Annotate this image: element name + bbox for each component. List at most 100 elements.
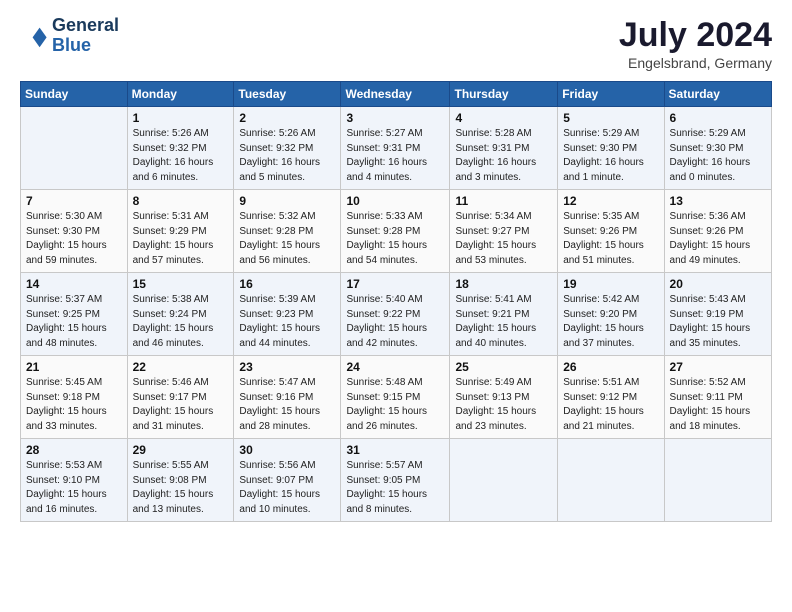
calendar-cell: 26 Sunrise: 5:51 AMSunset: 9:12 PMDayligh… [558, 356, 664, 439]
day-number: 11 [455, 194, 552, 208]
day-number: 4 [455, 111, 552, 125]
day-info: Sunrise: 5:38 AMSunset: 9:24 PMDaylight:… [133, 293, 229, 351]
day-info: Sunrise: 5:37 AMSunset: 9:25 PMDaylight:… [26, 293, 122, 351]
day-header-monday: Monday [127, 82, 234, 107]
logo-icon [20, 22, 48, 50]
day-info: Sunrise: 5:49 AMSunset: 9:13 PMDaylight:… [455, 376, 552, 434]
day-info: Sunrise: 5:51 AMSunset: 9:12 PMDaylight:… [563, 376, 658, 434]
calendar-cell: 9Sunrise: 5:32 AMSunset: 9:28 PMDaylight… [234, 190, 341, 273]
day-header-tuesday: Tuesday [234, 82, 341, 107]
day-number: 25 [455, 360, 552, 374]
calendar-cell: 21Sunrise: 5:45 AMSunset: 9:18 PMDayligh… [21, 356, 128, 439]
calendar-week-row: 14 Sunrise: 5:37 AMSunset: 9:25 PMDayligh… [21, 273, 772, 356]
calendar-cell: 11Sunrise: 5:34 AMSunset: 9:27 PMDayligh… [450, 190, 558, 273]
day-number: 28 [26, 443, 122, 457]
calendar-cell: 30 Sunrise: 5:56 AMSunset: 9:07 PMDayligh… [234, 439, 341, 522]
calendar-cell [664, 439, 771, 522]
day-info: Sunrise: 5:42 AMSunset: 9:20 PMDaylight:… [563, 293, 658, 351]
day-number: 8 [133, 194, 229, 208]
day-info: Sunrise: 5:26 AMSunset: 9:32 PMDaylight:… [239, 127, 335, 185]
day-info: Sunrise: 5:26 AMSunset: 9:32 PMDaylight:… [133, 127, 229, 185]
calendar-cell: 16 Sunrise: 5:39 AMSunset: 9:23 PMDayligh… [234, 273, 341, 356]
calendar-table: SundayMondayTuesdayWednesdayThursdayFrid… [20, 81, 772, 522]
title-block: July 2024 Engelsbrand, Germany [619, 16, 772, 71]
calendar-cell [558, 439, 664, 522]
calendar-cell: 10 Sunrise: 5:33 AMSunset: 9:28 PMDayligh… [341, 190, 450, 273]
day-info: Sunrise: 5:43 AMSunset: 9:19 PMDaylight:… [670, 293, 766, 351]
day-info: Sunrise: 5:47 AMSunset: 9:16 PMDaylight:… [239, 376, 335, 434]
calendar-cell: 2 Sunrise: 5:26 AMSunset: 9:32 PMDaylight… [234, 107, 341, 190]
day-info: Sunrise: 5:45 AMSunset: 9:18 PMDaylight:… [26, 376, 122, 434]
calendar-cell: 19 Sunrise: 5:42 AMSunset: 9:20 PMDayligh… [558, 273, 664, 356]
calendar-cell: 27 Sunrise: 5:52 AMSunset: 9:11 PMDayligh… [664, 356, 771, 439]
day-number: 10 [346, 194, 444, 208]
calendar-cell: 6Sunrise: 5:29 AMSunset: 9:30 PMDaylight… [664, 107, 771, 190]
day-header-sunday: Sunday [21, 82, 128, 107]
day-info: Sunrise: 5:28 AMSunset: 9:31 PMDaylight:… [455, 127, 552, 185]
day-number: 31 [346, 443, 444, 457]
day-info: Sunrise: 5:53 AMSunset: 9:10 PMDaylight:… [26, 459, 122, 517]
day-info: Sunrise: 5:36 AMSunset: 9:26 PMDaylight:… [670, 210, 766, 268]
day-header-thursday: Thursday [450, 82, 558, 107]
day-info: Sunrise: 5:33 AMSunset: 9:28 PMDaylight:… [346, 210, 444, 268]
calendar-week-row: 1 Sunrise: 5:26 AMSunset: 9:32 PMDaylight… [21, 107, 772, 190]
calendar-cell: 17 Sunrise: 5:40 AMSunset: 9:22 PMDayligh… [341, 273, 450, 356]
day-number: 6 [670, 111, 766, 125]
header: General Blue July 2024 Engelsbrand, Germ… [20, 16, 772, 71]
calendar-cell: 3 Sunrise: 5:27 AMSunset: 9:31 PMDaylight… [341, 107, 450, 190]
calendar-cell [21, 107, 128, 190]
day-number: 12 [563, 194, 658, 208]
day-number: 2 [239, 111, 335, 125]
calendar-week-row: 7 Sunrise: 5:30 AMSunset: 9:30 PMDaylight… [21, 190, 772, 273]
calendar-cell: 28 Sunrise: 5:53 AMSunset: 9:10 PMDayligh… [21, 439, 128, 522]
day-info: Sunrise: 5:27 AMSunset: 9:31 PMDaylight:… [346, 127, 444, 185]
day-header-wednesday: Wednesday [341, 82, 450, 107]
day-info: Sunrise: 5:57 AMSunset: 9:05 PMDaylight:… [346, 459, 444, 517]
calendar-header-row: SundayMondayTuesdayWednesdayThursdayFrid… [21, 82, 772, 107]
day-number: 19 [563, 277, 658, 291]
month-year: July 2024 [619, 16, 772, 55]
calendar-cell: 13 Sunrise: 5:36 AMSunset: 9:26 PMDayligh… [664, 190, 771, 273]
calendar-cell: 7 Sunrise: 5:30 AMSunset: 9:30 PMDaylight… [21, 190, 128, 273]
calendar-cell: 22Sunrise: 5:46 AMSunset: 9:17 PMDayligh… [127, 356, 234, 439]
day-info: Sunrise: 5:40 AMSunset: 9:22 PMDaylight:… [346, 293, 444, 351]
calendar-week-row: 21Sunrise: 5:45 AMSunset: 9:18 PMDayligh… [21, 356, 772, 439]
calendar-week-row: 28 Sunrise: 5:53 AMSunset: 9:10 PMDayligh… [21, 439, 772, 522]
day-info: Sunrise: 5:29 AMSunset: 9:30 PMDaylight:… [563, 127, 658, 185]
day-info: Sunrise: 5:56 AMSunset: 9:07 PMDaylight:… [239, 459, 335, 517]
calendar-cell: 4 Sunrise: 5:28 AMSunset: 9:31 PMDaylight… [450, 107, 558, 190]
day-info: Sunrise: 5:31 AMSunset: 9:29 PMDaylight:… [133, 210, 229, 268]
day-number: 26 [563, 360, 658, 374]
calendar-cell: 29Sunrise: 5:55 AMSunset: 9:08 PMDayligh… [127, 439, 234, 522]
calendar-cell: 20Sunrise: 5:43 AMSunset: 9:19 PMDayligh… [664, 273, 771, 356]
day-number: 5 [563, 111, 658, 125]
day-number: 18 [455, 277, 552, 291]
day-info: Sunrise: 5:39 AMSunset: 9:23 PMDaylight:… [239, 293, 335, 351]
calendar-cell: 1 Sunrise: 5:26 AMSunset: 9:32 PMDaylight… [127, 107, 234, 190]
day-number: 17 [346, 277, 444, 291]
location: Engelsbrand, Germany [619, 55, 772, 71]
logo: General Blue [20, 16, 119, 56]
day-info: Sunrise: 5:35 AMSunset: 9:26 PMDaylight:… [563, 210, 658, 268]
day-info: Sunrise: 5:55 AMSunset: 9:08 PMDaylight:… [133, 459, 229, 517]
logo-text: General Blue [52, 16, 119, 56]
day-number: 9 [239, 194, 335, 208]
day-info: Sunrise: 5:30 AMSunset: 9:30 PMDaylight:… [26, 210, 122, 268]
day-number: 27 [670, 360, 766, 374]
day-number: 24 [346, 360, 444, 374]
day-number: 15 [133, 277, 229, 291]
day-number: 22 [133, 360, 229, 374]
day-number: 16 [239, 277, 335, 291]
calendar-cell: 18Sunrise: 5:41 AMSunset: 9:21 PMDayligh… [450, 273, 558, 356]
calendar-cell: 31 Sunrise: 5:57 AMSunset: 9:05 PMDayligh… [341, 439, 450, 522]
day-number: 14 [26, 277, 122, 291]
day-number: 1 [133, 111, 229, 125]
day-number: 3 [346, 111, 444, 125]
day-number: 13 [670, 194, 766, 208]
day-number: 7 [26, 194, 122, 208]
day-info: Sunrise: 5:52 AMSunset: 9:11 PMDaylight:… [670, 376, 766, 434]
day-number: 23 [239, 360, 335, 374]
day-number: 30 [239, 443, 335, 457]
day-header-saturday: Saturday [664, 82, 771, 107]
calendar-cell: 15 Sunrise: 5:38 AMSunset: 9:24 PMDayligh… [127, 273, 234, 356]
